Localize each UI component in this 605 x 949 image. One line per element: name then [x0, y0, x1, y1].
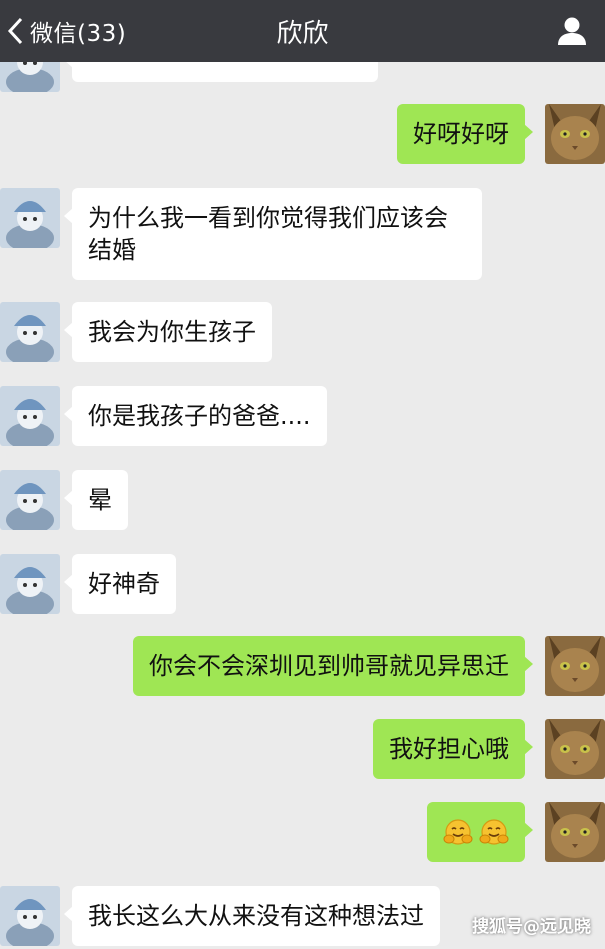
back-button[interactable]: 微信(33) [0, 0, 140, 62]
contact-avatar[interactable] [0, 188, 60, 248]
chevron-left-icon [0, 0, 30, 62]
user-avatar[interactable] [545, 802, 605, 862]
contact-avatar[interactable] [0, 470, 60, 530]
contact-avatar[interactable] [0, 386, 60, 446]
hugging-emoji-icon [479, 819, 509, 845]
sent-message-bubble[interactable]: 我好担心哦 [373, 719, 533, 779]
message-text: 你是我孩子的爸爸.... [88, 402, 311, 430]
top-bar: 微信(33) 欣欣 [0, 0, 605, 62]
profile-button[interactable] [551, 10, 593, 52]
sent-message-bubble[interactable] [427, 802, 533, 862]
received-message-bubble[interactable]: 我会为你生孩子 [64, 302, 272, 362]
sent-message-bubble[interactable]: 好呀好呀 [397, 104, 533, 164]
back-label: 微信(33) [30, 21, 127, 47]
message-text: 我长这么大从来没有这种想法过 [88, 902, 424, 930]
chat-area: 好呀好呀 为什么我一看到你觉得我们应该会结婚 我会为你生孩子 你是我孩子的爸爸.… [0, 62, 605, 949]
received-message-bubble[interactable]: 晕 [64, 470, 128, 530]
contact-avatar[interactable] [0, 886, 60, 946]
emoji-row [443, 816, 509, 848]
sent-message-bubble[interactable]: 你会不会深圳见到帅哥就见异思迁 [133, 636, 533, 696]
user-avatar[interactable] [545, 636, 605, 696]
watermark: 搜狐号@远见晓 [472, 917, 591, 937]
message-text: 你会不会深圳见到帅哥就见异思迁 [149, 652, 509, 680]
user-avatar[interactable] [545, 719, 605, 779]
message-text: 我好担心哦 [389, 735, 509, 763]
contact-avatar[interactable] [0, 302, 60, 362]
message-text: 好呀好呀 [413, 120, 509, 148]
received-message-bubble[interactable]: 好神奇 [64, 554, 176, 614]
received-message-bubble[interactable]: 为什么我一看到你觉得我们应该会结婚 [64, 188, 482, 280]
hugging-emoji-icon [443, 819, 473, 845]
received-message-bubble[interactable] [64, 62, 378, 82]
chat-title: 欣欣 [276, 18, 329, 49]
contact-avatar[interactable] [0, 62, 60, 92]
contact-avatar[interactable] [0, 554, 60, 614]
message-text: 为什么我一看到你觉得我们应该会结婚 [88, 204, 448, 264]
message-text: 好神奇 [88, 570, 160, 598]
message-text: 我会为你生孩子 [88, 318, 256, 346]
user-avatar[interactable] [545, 104, 605, 164]
message-text: 晕 [88, 486, 112, 514]
person-icon [558, 17, 586, 45]
received-message-bubble[interactable]: 我长这么大从来没有这种想法过 [64, 886, 440, 946]
received-message-bubble[interactable]: 你是我孩子的爸爸.... [64, 386, 327, 446]
